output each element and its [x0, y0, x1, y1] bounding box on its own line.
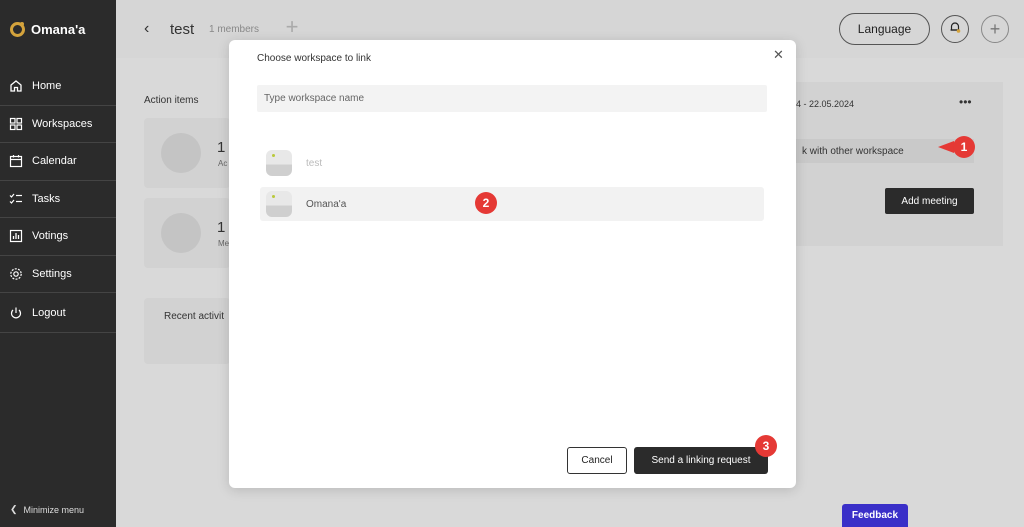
sidebar-item-label: Home: [32, 80, 62, 93]
logo[interactable]: Omana'a: [10, 22, 85, 37]
close-icon[interactable]: ✕: [773, 47, 784, 63]
card-count: 1: [217, 139, 226, 156]
bell-icon: [948, 20, 962, 39]
logo-icon: [10, 22, 25, 37]
workspace-search-input[interactable]: [257, 85, 767, 112]
plus-icon: +: [989, 18, 1001, 39]
minimize-menu-button[interactable]: ❮ Minimize menu: [10, 504, 84, 515]
date-range: 4 - 22.05.2024: [796, 99, 855, 109]
tasks-icon: [161, 133, 201, 173]
page-title: test: [170, 21, 195, 38]
notification-button[interactable]: [941, 15, 969, 43]
sidebar-nav: Home Workspaces Calendar Tasks Votings S…: [0, 68, 116, 333]
workspaces-icon: [9, 117, 23, 131]
card-count: 1: [217, 219, 226, 236]
modal-title: Choose workspace to link: [257, 53, 371, 64]
recent-activity-label: Recent activit: [164, 311, 225, 322]
action-items-label: Action items: [144, 95, 199, 106]
sidebar-item-workspaces[interactable]: Workspaces: [0, 106, 116, 143]
sidebar-item-votings[interactable]: Votings: [0, 218, 116, 256]
back-arrow-icon[interactable]: ‹: [144, 20, 149, 38]
sidebar: Omana'a Home Workspaces Calendar Tasks V…: [0, 0, 116, 527]
card-subtitle: Me: [218, 239, 230, 248]
sidebar-item-home[interactable]: Home: [0, 68, 116, 106]
workspace-option-omanaa[interactable]: Omana'a: [260, 187, 764, 221]
add-meeting-button[interactable]: Add meeting: [885, 188, 974, 214]
sidebar-item-calendar[interactable]: Calendar: [0, 143, 116, 181]
plus-icon[interactable]: +: [281, 16, 303, 39]
sidebar-item-tasks[interactable]: Tasks: [0, 181, 116, 218]
card-subtitle: Ac: [218, 159, 228, 168]
send-linking-request-button[interactable]: Send a linking request: [634, 447, 768, 474]
calendar-icon: [161, 213, 201, 253]
annotation-arrow: [938, 141, 954, 153]
workspace-avatar: [266, 191, 292, 217]
annotation-badge: 2: [475, 192, 497, 214]
link-workspace-modal: Choose workspace to link ✕ test Omana'a …: [229, 40, 796, 488]
votings-icon: [9, 229, 23, 243]
workspace-option-test[interactable]: test: [260, 146, 764, 180]
annotation-badge: 1: [953, 136, 975, 158]
feedback-button[interactable]: Feedback: [842, 504, 908, 527]
power-icon: [9, 306, 23, 320]
add-button[interactable]: +: [981, 15, 1009, 43]
logo-text: Omana'a: [31, 22, 86, 37]
gear-icon: [9, 267, 23, 281]
annotation-badge: 3: [755, 435, 777, 457]
members-count: 1 members: [209, 24, 260, 35]
sidebar-item-label: Settings: [32, 267, 72, 280]
sidebar-item-label: Calendar: [32, 155, 77, 168]
sidebar-item-settings[interactable]: Settings: [0, 256, 116, 293]
sidebar-item-logout[interactable]: Logout: [0, 293, 116, 333]
recent-activity-card: [144, 298, 230, 364]
workspace-avatar: [266, 150, 292, 176]
chevron-left-icon: ❮: [10, 504, 18, 514]
workspace-name: Omana'a: [306, 198, 347, 210]
more-icon[interactable]: •••: [959, 95, 972, 109]
sidebar-item-label: Workspaces: [32, 117, 93, 130]
home-icon: [9, 79, 23, 93]
sidebar-item-label: Tasks: [32, 192, 61, 205]
minimize-menu-label: Minimize menu: [23, 504, 85, 515]
calendar-icon: [9, 154, 23, 168]
sidebar-item-label: Votings: [32, 230, 69, 243]
cancel-button[interactable]: Cancel: [567, 447, 627, 474]
sidebar-item-label: Logout: [32, 306, 66, 319]
tasks-icon: [9, 192, 23, 206]
language-button[interactable]: Language: [839, 13, 930, 45]
workspace-name: test: [306, 157, 323, 169]
